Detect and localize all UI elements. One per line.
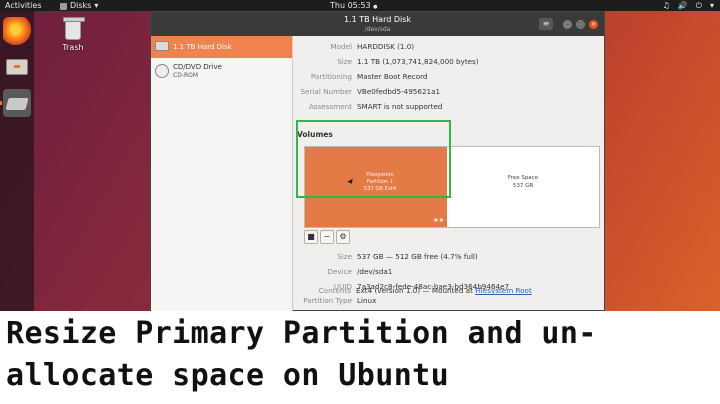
info-value: SMART is not supported: [357, 102, 443, 111]
info-key: Contents: [318, 286, 351, 295]
info-key: Size: [337, 57, 352, 66]
info-key: Size: [337, 252, 352, 261]
volume-toolbar: ■ − ⚙: [304, 230, 350, 246]
free-space-size: 537 GB: [512, 183, 534, 189]
volume-icon: 🔊: [677, 1, 688, 10]
info-value: HARDDISK (1.0): [357, 42, 415, 51]
notification-dot-icon: ●: [373, 4, 378, 10]
power-icon: ⏻: [695, 1, 702, 10]
menu-icon[interactable]: ≡: [539, 18, 553, 30]
network-icon: ♫: [662, 1, 670, 10]
top-panel: Activities Disks ▾ Thu 05:53 ● ♫ 🔊 ⏻ ▾: [0, 0, 720, 11]
activities-button[interactable]: Activities: [5, 0, 42, 11]
window-titlebar[interactable]: 1.1 TB Hard Disk /dev/sda ≡ – □ ×: [151, 12, 604, 36]
dock: [0, 11, 34, 311]
info-row-partitioning: Partitioning Master Boot Record: [294, 72, 604, 86]
free-space-highlight: [296, 120, 451, 198]
caption-line-2: allocate space on Ubuntu: [6, 358, 450, 393]
info-key: Model: [330, 42, 352, 51]
device-sidebar: 1.1 TB Hard Disk CD/DVD Drive CD-ROM: [151, 36, 293, 312]
sidebar-item-label: CD/DVD Drive: [173, 63, 222, 71]
info-value: 1.1 TB (1,073,741,824,000 bytes): [357, 57, 479, 66]
disks-icon[interactable]: [3, 89, 31, 117]
trash-icon: [63, 17, 85, 40]
sidebar-item-hard-disk[interactable]: 1.1 TB Hard Disk: [151, 36, 292, 58]
info-key: Serial Number: [300, 87, 353, 96]
info-row-size: Size 1.1 TB (1,073,741,824,000 bytes): [294, 57, 604, 71]
maximize-icon[interactable]: □: [576, 19, 585, 29]
filesystem-root-link[interactable]: Filesystem Root: [475, 286, 532, 295]
window-subtitle: /dev/sda: [364, 26, 391, 33]
running-indicator: [0, 101, 2, 105]
sidebar-item-cd-drive[interactable]: CD/DVD Drive CD-ROM: [151, 60, 292, 84]
firefox-icon[interactable]: [3, 17, 31, 45]
hard-disk-icon: [155, 41, 169, 51]
info-value: Ext4 (version 1.0) — Mounted at: [356, 286, 476, 295]
minimize-icon[interactable]: –: [563, 19, 572, 29]
partition-row-contents: Contents Ext4 (version 1.0) — Mounted at…: [293, 286, 603, 300]
video-caption: Resize Primary Partition and un- allocat…: [0, 311, 720, 404]
files-icon[interactable]: [3, 53, 31, 81]
delete-partition-button[interactable]: −: [320, 230, 334, 244]
info-value: VBe0fedbd5-495621a1: [357, 87, 441, 96]
free-space-block[interactable]: Free Space 537 GB: [447, 147, 599, 227]
free-space-label: Free Space: [507, 175, 539, 181]
chevron-down-icon: ▾: [94, 1, 99, 10]
sidebar-item-label: 1.1 TB Hard Disk: [173, 43, 232, 51]
info-key: Device: [327, 267, 352, 276]
app-menu[interactable]: Disks ▾: [60, 0, 98, 11]
info-value: /dev/sda1: [357, 267, 393, 276]
system-tray[interactable]: ♫ 🔊 ⏻ ▾: [663, 0, 714, 11]
clock-label: Thu 05:53: [330, 1, 371, 10]
trash-label: Trash: [62, 43, 84, 52]
close-icon[interactable]: ×: [589, 19, 598, 29]
desktop-trash[interactable]: Trash: [56, 17, 90, 52]
app-menu-label: Disks: [70, 1, 92, 10]
unmount-button[interactable]: ■: [304, 230, 318, 244]
info-key: Assessment: [308, 102, 352, 111]
info-row-assessment: Assessment SMART is not supported: [294, 102, 604, 116]
caption-line-1: Resize Primary Partition and un-: [6, 316, 597, 351]
mounted-star-icon: ★★: [433, 217, 444, 224]
info-row-model: Model HARDDISK (1.0): [294, 42, 604, 56]
partition-options-button[interactable]: ⚙: [336, 230, 350, 244]
chevron-down-icon: ▾: [709, 1, 714, 10]
info-key: Partitioning: [310, 72, 352, 81]
window-title: 1.1 TB Hard Disk: [343, 15, 412, 24]
partition-row-device: Device /dev/sda1: [294, 267, 604, 281]
info-row-serial: Serial Number VBe0fedbd5-495621a1: [294, 87, 604, 101]
optical-disc-icon: [155, 64, 169, 78]
sidebar-item-detail: CD-ROM: [173, 72, 199, 79]
info-value: 537 GB — 512 GB free (4.7% full): [357, 252, 478, 261]
info-value: Master Boot Record: [357, 72, 428, 81]
partition-row-size: Size 537 GB — 512 GB free (4.7% full): [294, 252, 604, 266]
disks-app-icon: [60, 3, 67, 10]
info-value-wrapper: Ext4 (version 1.0) — Mounted at Filesyst…: [356, 286, 532, 295]
